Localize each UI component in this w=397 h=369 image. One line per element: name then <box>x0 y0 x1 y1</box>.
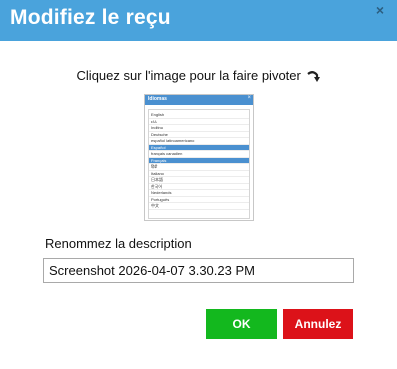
receipt-image[interactable]: Idiomas × English ελλ Inditnu Deutsche españ… <box>144 94 254 221</box>
close-icon[interactable]: × <box>376 2 384 18</box>
receipt-image-language-item: 中文 <box>149 203 249 210</box>
receipt-image-title: Idiomas <box>148 96 167 102</box>
dialog-title: Modifiez le reçu <box>10 6 171 29</box>
description-label: Renommez la description <box>45 236 192 251</box>
rotate-arrow-icon[interactable] <box>306 69 321 86</box>
receipt-image-close-icon: × <box>247 95 251 101</box>
ok-button[interactable]: OK <box>206 309 277 339</box>
description-input[interactable] <box>43 258 354 283</box>
dialog-header: Modifiez le reçu × <box>0 0 397 41</box>
receipt-image-language-list: English ελλ Inditnu Deutsche español latinoa… <box>148 109 250 219</box>
rotate-instruction: Cliquez sur l'image pour la faire pivote… <box>0 68 397 86</box>
receipt-image-header: Idiomas × <box>145 95 253 105</box>
cancel-button[interactable]: Annulez <box>283 309 353 339</box>
rotate-instruction-text: Cliquez sur l'image pour la faire pivote… <box>76 68 301 83</box>
